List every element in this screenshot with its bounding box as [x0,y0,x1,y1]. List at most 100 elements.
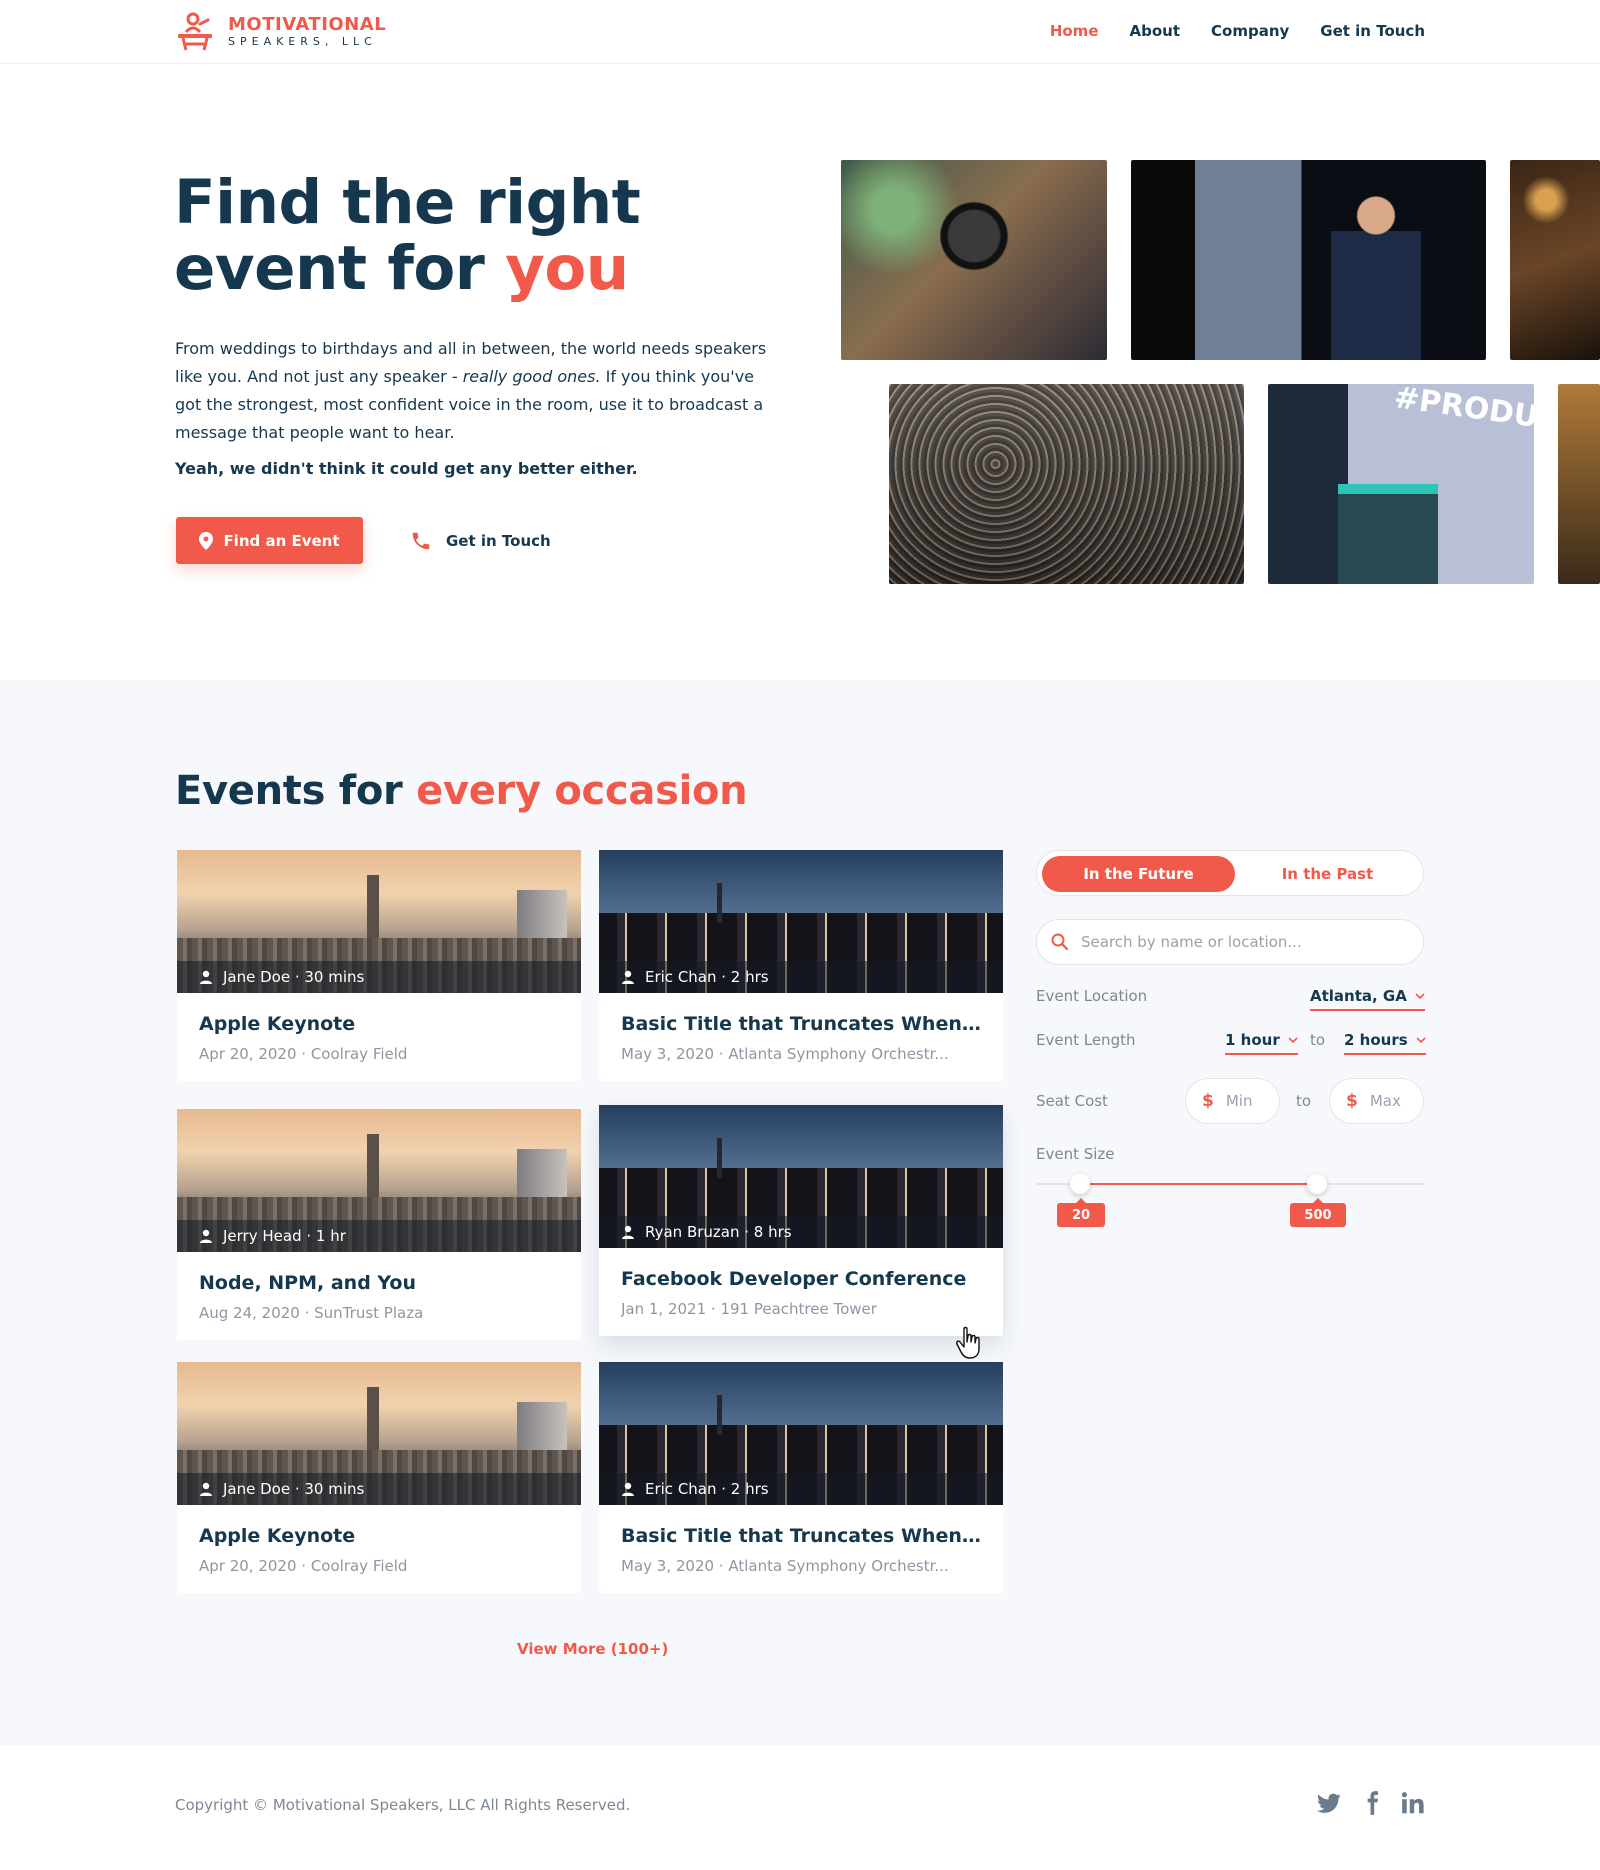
search-icon [1051,933,1069,951]
slider-max-handle[interactable] [1307,1174,1327,1194]
event-meta: Apr 20, 2020 · Coolray Field [199,1045,408,1063]
dollar-icon: $ [1202,1091,1214,1111]
cost-min-placeholder: Min [1225,1092,1253,1110]
event-image: Jane Doe · 30 mins [177,1362,581,1505]
cost-min-field[interactable]: $ Min [1185,1078,1280,1124]
event-card-body: Basic Title that Truncates When... May 3… [599,1505,1003,1593]
event-meta: May 3, 2020 · Atlanta Symphony Orchestr.… [621,1045,949,1063]
event-card[interactable]: Eric Chan · 2 hrs Basic Title that Trunc… [599,850,1003,1081]
length-max-value: 2 hours [1344,1031,1408,1049]
length-min-select[interactable]: 1 hour [1225,1031,1298,1055]
main-nav: Home About Company Get in Touch [1050,22,1425,40]
search-box [1036,919,1424,965]
event-image: Ryan Bruzan · 8 hrs [599,1105,1003,1248]
chevron-down-icon [1415,993,1425,999]
event-image: Eric Chan · 2 hrs [599,1362,1003,1505]
user-icon [200,970,212,984]
find-event-label: Find an Event [223,531,340,550]
event-meta: Jan 1, 2021 · 191 Peachtree Tower [621,1300,877,1318]
location-select[interactable]: Atlanta, GA [1310,987,1425,1011]
event-card[interactable]: Jerry Head · 1 hr Node, NPM, and You Aug… [177,1109,581,1340]
seat-cost-label: Seat Cost [1036,1092,1108,1110]
user-icon [622,1225,634,1239]
linkedin-icon[interactable] [1400,1790,1426,1816]
hero-description: From weddings to birthdays and all in be… [175,335,775,447]
dollar-icon: $ [1346,1091,1358,1111]
event-speaker: Jane Doe · 30 mins [223,1480,365,1498]
speaker-figure [1331,190,1421,360]
user-icon [622,970,634,984]
event-speaker: Eric Chan · 2 hrs [645,968,769,986]
event-speaker: Ryan Bruzan · 8 hrs [645,1223,792,1241]
location-pin-icon [199,531,214,550]
brand-line1: MOTIVATIONAL [228,14,387,35]
size-max-badge: 500 [1290,1198,1346,1227]
hand-pointer-cursor-icon [956,1326,980,1359]
events-title: Events for every occasion [175,768,748,814]
events-title-part1: Events for [175,768,417,814]
cost-max-placeholder: Max [1369,1092,1401,1110]
chevron-down-icon [1416,1037,1426,1043]
hero-photo-crowd [889,384,1244,584]
view-more-link[interactable]: View More (100+) [517,1640,668,1658]
event-card-body: Facebook Developer Conference Jan 1, 202… [599,1248,1003,1336]
event-card-body: Node, NPM, and You Aug 24, 2020 · SunTru… [177,1252,581,1340]
tower [717,1395,722,1435]
event-speaker-overlay: Ryan Bruzan · 8 hrs [599,1216,1003,1248]
event-image: Eric Chan · 2 hrs [599,850,1003,993]
hero-photo-partial [1558,384,1600,584]
get-in-touch-label: Get in Touch [446,532,551,550]
event-speaker: Eric Chan · 2 hrs [645,1480,769,1498]
cost-to-label: to [1296,1092,1312,1110]
twitter-icon[interactable] [1316,1790,1342,1816]
event-card-body: Basic Title that Truncates When... May 3… [599,993,1003,1081]
brand-line2: SPEAKERS, LLC [228,35,377,48]
toggle-future[interactable]: In the Future [1042,856,1235,892]
brand-text: MOTIVATIONAL SPEAKERS, LLC [228,15,386,49]
event-card-hovered[interactable]: Ryan Bruzan · 8 hrs Facebook Developer C… [599,1105,1003,1336]
hero-title-line1: Find the right [174,167,641,238]
event-location-label: Event Location [1036,987,1148,1005]
site-header: MOTIVATIONAL SPEAKERS, LLC Home About Co… [0,0,1600,64]
find-event-button[interactable]: Find an Event [176,517,363,564]
length-to-label: to [1310,1031,1326,1049]
nav-company[interactable]: Company [1211,22,1289,40]
event-speaker-overlay: Jerry Head · 1 hr [177,1220,581,1252]
event-card[interactable]: Eric Chan · 2 hrs Basic Title that Trunc… [599,1362,1003,1593]
event-size-label: Event Size [1036,1145,1115,1163]
hero-photo-podium: #PRODUCTCON [1268,384,1534,584]
brand-logo[interactable]: MOTIVATIONAL SPEAKERS, LLC [174,10,386,54]
nav-about[interactable]: About [1130,22,1181,40]
time-toggle: In the Future In the Past [1036,850,1424,896]
copyright-text: Copyright © Motivational Speakers, LLC A… [175,1796,631,1814]
toggle-past[interactable]: In the Past [1235,856,1420,892]
chevron-down-icon [1288,1037,1298,1043]
podium [1338,484,1438,584]
speaker-podium-icon [178,12,212,51]
event-card[interactable]: Jane Doe · 30 mins Apple Keynote Apr 20,… [177,1362,581,1593]
event-meta: May 3, 2020 · Atlanta Symphony Orchestr.… [621,1557,949,1575]
event-speaker: Jerry Head · 1 hr [223,1227,346,1245]
event-meta: Aug 24, 2020 · SunTrust Plaza [199,1304,424,1322]
event-card[interactable]: Jane Doe · 30 mins Apple Keynote Apr 20,… [177,850,581,1081]
length-max-select[interactable]: 2 hours [1344,1031,1426,1055]
event-title: Apple Keynote [199,1525,356,1547]
size-min-badge: 20 [1057,1198,1105,1227]
get-in-touch-button[interactable]: Get in Touch [410,530,551,552]
user-icon [622,1482,634,1496]
event-meta: Apr 20, 2020 · Coolray Field [199,1557,408,1575]
hero-title: Find the right event for you [174,167,641,304]
nav-home[interactable]: Home [1050,22,1099,40]
slider-min-handle[interactable] [1070,1174,1090,1194]
cost-max-field[interactable]: $ Max [1329,1078,1424,1124]
event-size-slider-range [1080,1183,1317,1185]
search-input[interactable] [1081,933,1401,951]
user-icon [200,1482,212,1496]
location-value: Atlanta, GA [1310,987,1407,1005]
user-icon [200,1229,212,1243]
facebook-icon[interactable] [1359,1790,1385,1816]
event-speaker-overlay: Jane Doe · 30 mins [177,1473,581,1505]
hero-title-line2: event for [174,233,506,304]
nav-get-in-touch[interactable]: Get in Touch [1320,22,1425,40]
hero-title-accent: you [505,233,629,304]
